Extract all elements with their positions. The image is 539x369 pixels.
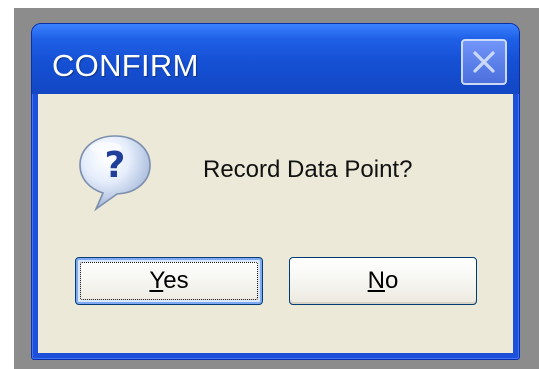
- yes-label-rest: es: [163, 267, 189, 294]
- yes-button-label: Yes: [149, 269, 188, 293]
- title-bar[interactable]: CONFIRM: [32, 24, 519, 94]
- no-label-rest: o: [384, 267, 399, 294]
- no-button-label: No: [368, 269, 399, 293]
- dialog-message: Record Data Point?: [203, 156, 413, 183]
- yes-mnemonic: Y: [149, 267, 164, 294]
- yes-button[interactable]: Yes: [75, 257, 263, 305]
- svg-text:?: ?: [105, 145, 126, 186]
- close-icon: [473, 51, 495, 73]
- close-button[interactable]: [461, 39, 507, 85]
- no-mnemonic: N: [367, 267, 385, 294]
- dialog-title: CONFIRM: [52, 48, 199, 83]
- dialog-body: ? Record Data Point? Yes No: [38, 94, 513, 353]
- no-button[interactable]: No: [289, 257, 477, 305]
- confirm-dialog: CONFIRM ? Record Data Point? Yes No: [31, 23, 520, 360]
- question-icon: ?: [76, 132, 154, 214]
